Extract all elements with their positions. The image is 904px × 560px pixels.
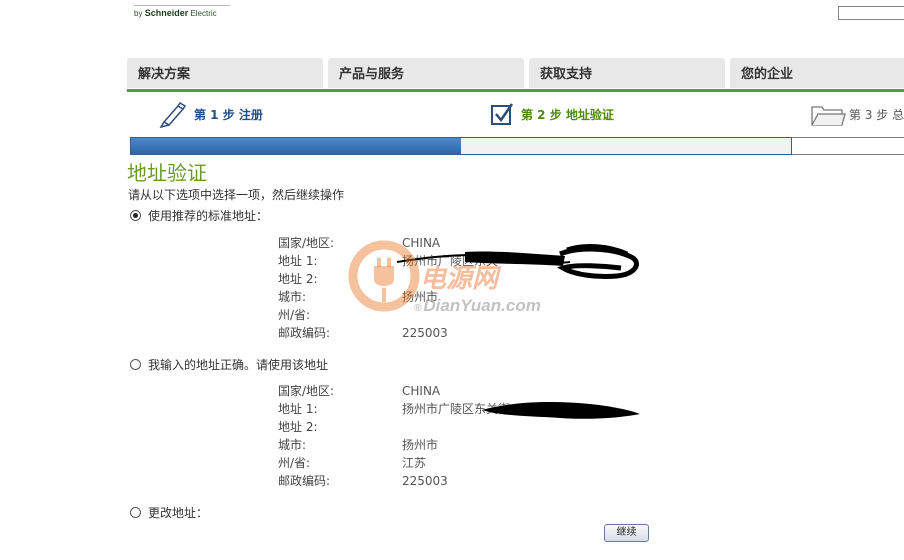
step-2: 第 2 步 地址验证 — [490, 100, 614, 128]
step-2-label: 第 2 步 地址验证 — [521, 107, 614, 122]
field-label: 城市: — [278, 438, 307, 452]
instruction-text: 请从以下选项中选择一项，然后继续操作 — [128, 188, 345, 202]
step-1: 第 1 步 注册 — [158, 100, 263, 129]
logo-suffix: Electric — [190, 9, 217, 18]
field-label: 地址 2: — [278, 272, 318, 286]
field-label: 地址 1: — [278, 402, 318, 416]
watermark-domain: DianYuan.com — [423, 296, 541, 315]
watermark-text-en: ® DianYuan.com — [414, 296, 541, 316]
option-recommended-address[interactable]: 使用推荐的标准地址： — [130, 207, 268, 224]
radio-recommended[interactable] — [130, 210, 141, 221]
field-value: 江苏 — [402, 456, 427, 470]
step-1-label: 第 1 步 注册 — [194, 107, 263, 122]
tab-get-support[interactable]: 获取支持 — [529, 58, 725, 88]
pen-icon — [158, 100, 188, 129]
tab-solutions[interactable]: 解决方案 — [127, 58, 323, 88]
tab-products-services[interactable]: 产品与服务 — [328, 58, 524, 88]
folder-icon — [810, 101, 846, 127]
option-recommended-label: 使用推荐的标准地址： — [148, 209, 269, 223]
search-input[interactable] — [838, 6, 904, 20]
field-label: 地址 2: — [278, 420, 318, 434]
option-entered-address[interactable]: 我输入的地址正确。请使用该地址 — [130, 356, 328, 373]
field-label: 国家/地区: — [278, 384, 335, 398]
option-change-address[interactable]: 更改地址： — [130, 504, 208, 521]
logo-brand: Schneider — [144, 8, 189, 18]
field-value: CHINA — [402, 384, 441, 398]
step-3-label: 第 3 步 总 — [849, 107, 904, 122]
progress-remainder — [792, 137, 904, 155]
page-title: 地址验证 — [127, 161, 207, 185]
logo-divider — [134, 5, 230, 6]
field-label: 邮政编码: — [278, 326, 331, 340]
radio-entered[interactable] — [130, 359, 141, 370]
logo-prefix: by — [134, 9, 143, 18]
field-label: 国家/地区: — [278, 236, 335, 250]
field-label: 州/省: — [278, 456, 311, 470]
continue-button[interactable]: 继续 — [604, 524, 649, 542]
field-value: 225003 — [402, 474, 448, 488]
progress-fill — [131, 138, 461, 154]
radio-change[interactable] — [130, 507, 141, 518]
nav-divider — [127, 89, 904, 92]
option-change-label: 更改地址： — [148, 506, 209, 520]
step-3: 第 3 步 总 — [810, 100, 904, 128]
progress-bar — [130, 137, 792, 155]
field-label: 城市: — [278, 290, 307, 304]
field-label: 地址 1: — [278, 254, 318, 268]
watermark-text-cn: 电源网 — [420, 264, 499, 294]
page: by Schneider Electric 解决方案 产品与服务 获取支持 您的… — [0, 0, 904, 560]
field-value: 225003 — [402, 326, 448, 340]
option-entered-label: 我输入的地址正确。请使用该地址 — [148, 358, 329, 372]
checkbox-checked-icon — [490, 102, 514, 126]
field-label: 邮政编码: — [278, 474, 331, 488]
field-value: 扬州市广陵区东关街 — [402, 402, 511, 416]
field-value: CHINA — [402, 236, 441, 250]
field-value: 扬州市 — [402, 438, 439, 452]
watermark-registered: ® — [414, 303, 422, 314]
field-label: 州/省: — [278, 308, 311, 322]
tab-your-business[interactable]: 您的企业 — [730, 58, 904, 88]
schneider-logo[interactable]: by Schneider Electric — [134, 8, 217, 18]
